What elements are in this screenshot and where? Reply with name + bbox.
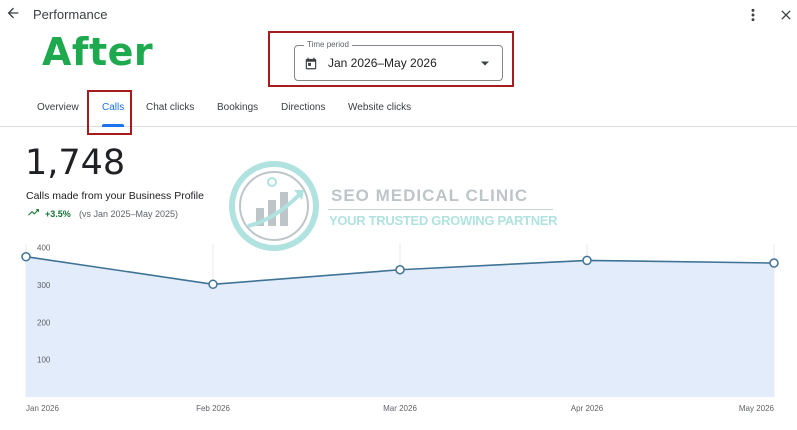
chart-x-tick-label: Feb 2026 <box>196 404 230 413</box>
watermark-title: SEO MEDICAL CLINIC <box>331 186 529 205</box>
chart-x-tick-label: Jan 2026 <box>26 404 59 413</box>
chart-area <box>25 255 775 397</box>
close-icon[interactable] <box>778 7 794 23</box>
time-period-value: Jan 2026–May 2026 <box>328 56 437 70</box>
chart-point[interactable] <box>769 258 779 268</box>
tab-chat-clicks[interactable]: Chat clicks <box>146 102 194 113</box>
chart-y-tick-label: 100 <box>37 356 51 365</box>
more-vert-icon[interactable] <box>745 6 761 24</box>
calendar-icon <box>305 57 317 70</box>
calls-chart: 100 200 300 400 Jan 2026 Feb 2026 Mar 2026 Apr … <box>21 244 779 413</box>
tab-directions[interactable]: Directions <box>281 102 325 113</box>
chart-point[interactable] <box>21 251 31 262</box>
chart-x-tick-label: Mar 2026 <box>383 404 417 413</box>
arrow-left-icon[interactable] <box>5 5 21 21</box>
chart-area-fill <box>26 256 774 397</box>
after-badge: After <box>42 30 154 74</box>
trending-up-icon <box>28 209 39 216</box>
chart-point[interactable] <box>208 279 218 290</box>
tab-website-clicks[interactable]: Website clicks <box>348 102 411 113</box>
dropdown-arrow-icon <box>481 61 489 66</box>
calls-tab-highlight <box>87 90 132 135</box>
calls-total: 1,748 <box>25 143 126 183</box>
calls-description: Calls made from your Business Profile <box>26 190 204 202</box>
tab-bookings[interactable]: Bookings <box>217 102 258 113</box>
chart-y-tick-label: 300 <box>37 281 51 290</box>
chart-x-tick-label: May 2026 <box>739 404 775 413</box>
time-period-legend: Time period <box>304 39 352 51</box>
chart-y-tick-label: 200 <box>37 318 51 327</box>
chart-point[interactable] <box>395 264 405 275</box>
top-bar: Performance <box>0 0 797 30</box>
watermark-divider <box>328 209 553 210</box>
chart-x-tick-label: Apr 2026 <box>571 404 604 413</box>
time-period-select[interactable]: Time period Jan 2026–May 2026 <box>294 39 503 81</box>
chart-y-tick-label: 400 <box>37 244 51 253</box>
calls-change: +3.5% <box>45 209 71 219</box>
watermark-tagline: YOUR TRUSTED GROWING PARTNER <box>329 213 558 228</box>
page-title: Performance <box>33 7 108 22</box>
chart-point[interactable] <box>582 255 592 266</box>
tab-overview[interactable]: Overview <box>37 102 79 113</box>
calls-comparison: (vs Jan 2025–May 2025) <box>79 209 179 219</box>
